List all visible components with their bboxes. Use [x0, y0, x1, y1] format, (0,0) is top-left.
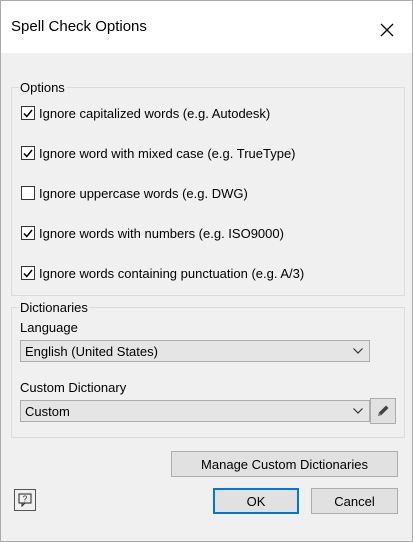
checkmark-icon	[23, 149, 33, 158]
option-label: Ignore capitalized words (e.g. Autodesk)	[39, 105, 271, 121]
checkmark-icon	[23, 229, 33, 238]
option-checkbox[interactable]	[21, 226, 35, 240]
help-icon: ?	[18, 493, 32, 507]
custom-dictionary-value: Custom	[25, 404, 70, 419]
close-button[interactable]	[367, 15, 407, 45]
custom-dictionary-select[interactable]: Custom	[20, 400, 370, 422]
option-row[interactable]: Ignore words with numbers (e.g. ISO9000)	[21, 224, 284, 242]
manage-custom-dictionaries-button[interactable]: Manage Custom Dictionaries	[171, 451, 398, 477]
checkmark-icon	[23, 109, 33, 118]
help-button[interactable]: ?	[14, 489, 36, 511]
edit-dictionary-button[interactable]	[370, 398, 396, 424]
ok-button[interactable]: OK	[213, 488, 299, 514]
title-bar: Spell Check Options	[1, 1, 412, 53]
option-row[interactable]: Ignore word with mixed case (e.g. TrueTy…	[21, 144, 296, 162]
options-legend: Options	[19, 80, 66, 95]
option-row[interactable]: Ignore words containing punctuation (e.g…	[21, 264, 304, 282]
dictionaries-legend: Dictionaries	[19, 300, 89, 315]
option-checkbox[interactable]	[21, 106, 35, 120]
option-checkbox[interactable]	[21, 266, 35, 280]
checkmark-icon	[23, 269, 33, 278]
language-label: Language	[20, 320, 78, 335]
pencil-icon	[378, 405, 389, 416]
option-label: Ignore word with mixed case (e.g. TrueTy…	[39, 145, 296, 161]
option-row[interactable]: Ignore uppercase words (e.g. DWG)	[21, 184, 248, 202]
language-select[interactable]: English (United States)	[20, 340, 370, 362]
option-label: Ignore words with numbers (e.g. ISO9000)	[39, 225, 284, 241]
cancel-button[interactable]: Cancel	[311, 488, 398, 514]
option-label: Ignore uppercase words (e.g. DWG)	[39, 185, 248, 201]
close-icon	[380, 23, 394, 37]
spell-check-dialog: Spell Check Options Options Ignore capit…	[0, 0, 413, 542]
language-value: English (United States)	[25, 344, 158, 359]
option-checkbox[interactable]	[21, 186, 35, 200]
option-row[interactable]: Ignore capitalized words (e.g. Autodesk)	[21, 104, 270, 122]
svg-text:?: ?	[23, 495, 28, 504]
chevron-down-icon	[353, 348, 363, 354]
custom-dictionary-label: Custom Dictionary	[20, 380, 127, 395]
option-label: Ignore words containing punctuation (e.g…	[39, 265, 305, 281]
option-checkbox[interactable]	[21, 146, 35, 160]
chevron-down-icon	[353, 408, 363, 414]
window-title: Spell Check Options	[11, 18, 147, 35]
